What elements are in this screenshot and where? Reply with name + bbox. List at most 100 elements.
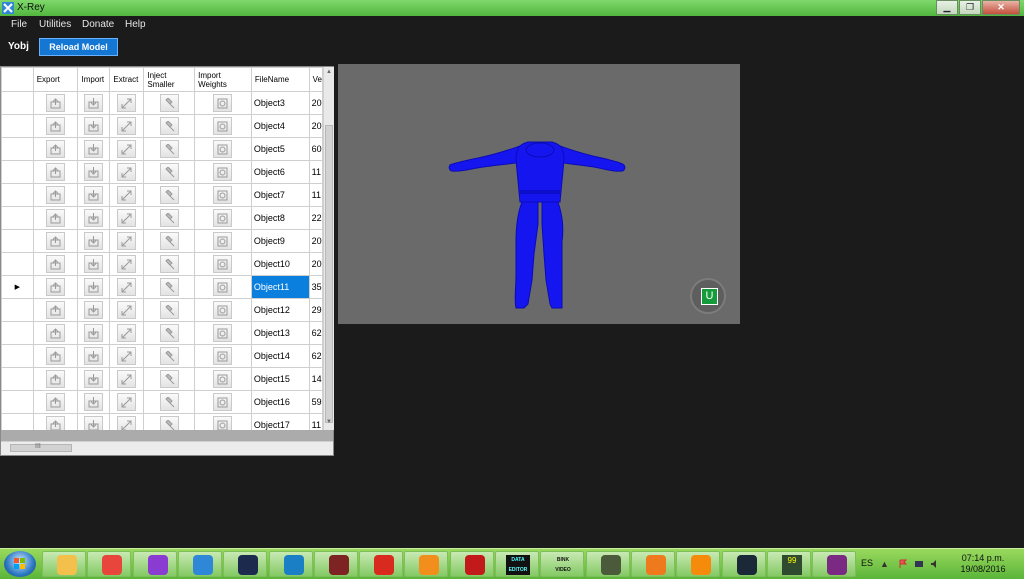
import-weights-button[interactable] [213,370,233,388]
cell-import-weights[interactable] [194,413,252,430]
inject-smaller-button[interactable] [159,117,179,135]
export-button[interactable] [46,140,66,158]
cell-extract[interactable] [109,390,145,414]
taskbar-button[interactable] [812,551,856,577]
taskbar-button[interactable] [586,551,630,577]
maximize-button[interactable]: ❐ [959,0,981,15]
cell-ve[interactable]: 14 [308,367,323,391]
cell-inject-smaller[interactable] [143,344,196,368]
column-header-import[interactable]: Import [77,67,111,92]
export-button[interactable] [46,209,66,227]
taskbar-button[interactable] [133,551,177,577]
export-button[interactable] [46,255,66,273]
taskbar-button[interactable] [178,551,222,577]
extract-button[interactable] [117,370,137,388]
import-button[interactable] [84,347,104,365]
cell-import-weights[interactable] [194,252,252,276]
cell-import[interactable] [77,91,111,115]
cell-extract[interactable] [109,275,145,299]
cell-extract[interactable] [109,367,145,391]
cell-ve[interactable]: 60 [308,137,323,161]
table-row[interactable]: Object7 11 [1,183,323,207]
language-indicator[interactable]: ES [861,558,873,568]
row-header[interactable] [1,252,34,276]
cell-ve[interactable]: 11 [308,183,323,207]
cell-import-weights[interactable] [194,91,252,115]
cell-ve[interactable]: 20 [308,229,323,253]
cell-inject-smaller[interactable] [143,413,196,430]
inject-smaller-button[interactable] [159,209,179,227]
export-button[interactable] [46,278,66,296]
table-row[interactable]: Object16 59 [1,390,323,414]
import-weights-button[interactable] [213,94,233,112]
taskbar-button[interactable] [676,551,720,577]
row-header[interactable] [1,114,34,138]
cell-export[interactable] [32,344,79,368]
cell-filename[interactable]: Object11 [250,275,310,299]
cell-ve[interactable]: 29 [308,298,323,322]
row-header[interactable] [1,321,34,345]
cell-inject-smaller[interactable] [143,183,196,207]
cell-inject-smaller[interactable] [143,390,196,414]
grid-horizontal-scrollbar[interactable]: III [1,441,333,455]
import-button[interactable] [84,301,104,319]
import-weights-button[interactable] [213,255,233,273]
cell-extract[interactable] [109,206,145,230]
grid-vertical-scrollbar[interactable]: ▲ ▼ [323,67,334,430]
inject-smaller-button[interactable] [159,324,179,342]
taskbar-button[interactable]: DATA EDITOR [495,551,539,577]
cell-ve[interactable]: 11 [308,413,323,430]
import-button[interactable] [84,209,104,227]
cell-inject-smaller[interactable] [143,160,196,184]
cell-import[interactable] [77,206,111,230]
column-header-import-weights[interactable]: Import Weights [194,67,252,92]
export-button[interactable] [46,94,66,112]
cell-export[interactable] [32,390,79,414]
cell-filename[interactable]: Object10 [250,252,310,276]
cell-export[interactable] [32,367,79,391]
cell-import[interactable] [77,183,111,207]
cell-import-weights[interactable] [194,344,252,368]
extract-button[interactable] [117,393,137,411]
cell-export[interactable] [32,298,79,322]
reload-model-button[interactable]: Reload Model [39,38,118,56]
table-row[interactable]: Object6 11 [1,160,323,184]
table-row[interactable]: Object15 14 [1,367,323,391]
cell-import-weights[interactable] [194,137,252,161]
taskbar-button[interactable]: 99 [767,551,811,577]
cell-import-weights[interactable] [194,114,252,138]
menu-donate[interactable]: Donate [82,19,114,30]
model-canvas[interactable] [338,64,740,324]
cell-extract[interactable] [109,344,145,368]
import-weights-button[interactable] [213,347,233,365]
import-weights-button[interactable] [213,209,233,227]
taskbar-button[interactable] [269,551,313,577]
cell-filename[interactable]: Object8 [250,206,310,230]
cell-import[interactable] [77,252,111,276]
cell-filename[interactable]: Object13 [250,321,310,345]
import-button[interactable] [84,232,104,250]
import-button[interactable] [84,94,104,112]
taskbar-button[interactable] [404,551,448,577]
cell-export[interactable] [32,275,79,299]
cell-extract[interactable] [109,183,145,207]
cell-filename[interactable]: Object14 [250,344,310,368]
cell-ve[interactable]: 22 [308,206,323,230]
inject-smaller-button[interactable] [159,232,179,250]
row-header[interactable] [1,298,34,322]
cell-extract[interactable] [109,91,145,115]
import-weights-button[interactable] [213,301,233,319]
column-header-ve[interactable]: Ve [308,67,323,92]
cell-export[interactable] [32,413,79,430]
inject-smaller-button[interactable] [159,140,179,158]
inject-smaller-button[interactable] [159,301,179,319]
table-row[interactable]: Object10 20 [1,252,323,276]
cell-export[interactable] [32,206,79,230]
volume-icon[interactable] [930,559,940,569]
extract-button[interactable] [117,140,137,158]
inject-smaller-button[interactable] [159,278,179,296]
cell-export[interactable] [32,91,79,115]
cell-export[interactable] [32,137,79,161]
import-weights-button[interactable] [213,163,233,181]
cell-export[interactable] [32,183,79,207]
